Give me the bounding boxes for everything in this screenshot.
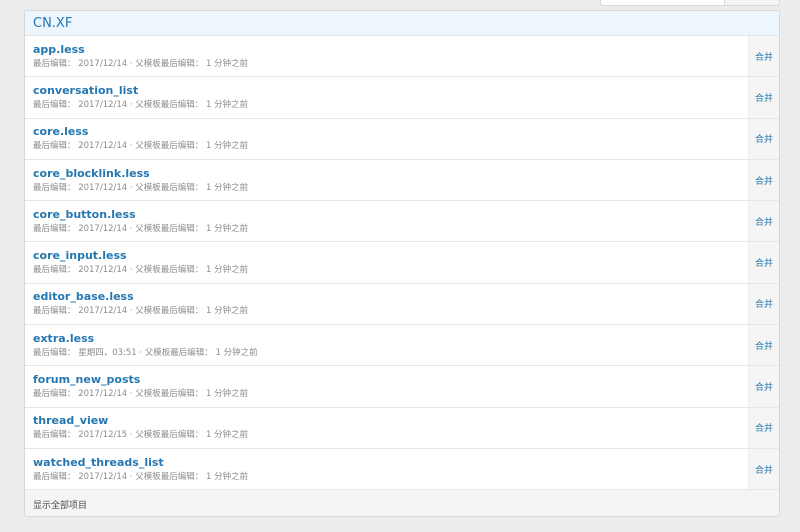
template-edit-meta: 最后编辑： 2017/12/14 · 父模板最后编辑： 1 分钟之前 (33, 471, 249, 482)
template-name-link[interactable]: thread_view (33, 414, 748, 428)
template-edit-meta: 最后编辑： 2017/12/14 · 父模板最后编辑： 1 分钟之前 (33, 306, 249, 317)
template-name-link[interactable]: app.less (33, 43, 748, 57)
template-row: watched_threads_list 最后编辑： 2017/12/14 · 父… (25, 448, 779, 491)
template-row-main: conversation_list 最后编辑： 2017/12/14 · 父模板最… (25, 77, 748, 117)
template-row-main: thread_view 最后编辑： 2017/12/15 · 父模板最后编辑： 1… (25, 408, 748, 448)
template-edit-meta: 最后编辑： 2017/12/14 · 父模板最后编辑： 1 分钟之前 (33, 99, 249, 110)
search-input[interactable] (600, 0, 726, 6)
template-row-main: core_input.less 最后编辑： 2017/12/14 · 父模板最后编… (25, 242, 748, 282)
template-row-main: app.less 最后编辑： 2017/12/14 · 父模板最后编辑： 1 分钟… (25, 36, 748, 76)
template-edit-meta: 最后编辑： 2017/12/14 · 父模板最后编辑： 1 分钟之前 (33, 58, 249, 69)
template-name-link[interactable]: core_blocklink.less (33, 167, 748, 181)
template-edit-meta: 最后编辑： 2017/12/15 · 父模板最后编辑： 1 分钟之前 (33, 430, 249, 441)
template-row: conversation_list 最后编辑： 2017/12/14 · 父模板最… (25, 77, 779, 119)
template-edit-meta: 最后编辑： 2017/12/14 · 父模板最后编辑： 1 分钟之前 (33, 182, 249, 193)
merge-button[interactable]: 合并 (748, 407, 779, 448)
template-name-link[interactable]: core_input.less (33, 249, 748, 263)
template-edit-meta: 最后编辑： 星期四，03:51 · 父模板最后编辑： 1 分钟之前 (33, 347, 258, 358)
merge-button[interactable]: 合并 (748, 242, 779, 283)
template-edit-meta: 最后编辑： 2017/12/14 · 父模板最后编辑： 1 分钟之前 (33, 223, 249, 234)
template-row-main: core.less 最后编辑： 2017/12/14 · 父模板最后编辑： 1 分… (25, 119, 748, 159)
search-bar (600, 0, 780, 6)
template-name-link[interactable]: core_button.less (33, 208, 748, 222)
template-name-link[interactable]: editor_base.less (33, 290, 748, 304)
template-row: core_button.less 最后编辑： 2017/12/14 · 父模板最后… (25, 201, 779, 243)
template-row: thread_view 最后编辑： 2017/12/15 · 父模板最后编辑： 1… (25, 407, 779, 449)
block-header: CN.XF (25, 11, 779, 36)
merge-button[interactable]: 合并 (748, 366, 779, 407)
template-row: editor_base.less 最后编辑： 2017/12/14 · 父模板最后… (25, 283, 779, 326)
template-row: core_blocklink.less 最后编辑： 2017/12/14 · 父模… (25, 159, 779, 202)
template-edit-meta: 最后编辑： 2017/12/14 · 父模板最后编辑： 1 分钟之前 (33, 389, 249, 400)
merge-button[interactable]: 合并 (748, 448, 779, 490)
template-row: extra.less 最后编辑： 星期四，03:51 · 父模板最后编辑： 1 分… (25, 325, 779, 367)
template-row-main: forum_new_posts 最后编辑： 2017/12/14 · 父模板最后编… (25, 366, 748, 406)
template-edit-meta: 最后编辑： 2017/12/14 · 父模板最后编辑： 1 分钟之前 (33, 141, 249, 152)
merge-button[interactable]: 合并 (748, 77, 779, 118)
merge-button[interactable]: 合并 (748, 118, 779, 159)
template-row-main: watched_threads_list 最后编辑： 2017/12/14 · 父… (25, 449, 748, 489)
template-row: core_input.less 最后编辑： 2017/12/14 · 父模板最后编… (25, 242, 779, 284)
template-row-main: editor_base.less 最后编辑： 2017/12/14 · 父模板最后… (25, 284, 748, 324)
search-button[interactable] (725, 0, 780, 6)
template-row: app.less 最后编辑： 2017/12/14 · 父模板最后编辑： 1 分钟… (25, 36, 779, 78)
merge-button[interactable]: 合并 (748, 283, 779, 325)
template-name-link[interactable]: watched_threads_list (33, 456, 748, 470)
merge-button[interactable]: 合并 (748, 159, 779, 201)
template-edit-meta: 最后编辑： 2017/12/14 · 父模板最后编辑： 1 分钟之前 (33, 265, 249, 276)
block-footer: 显示全部项目 (25, 490, 779, 516)
template-row: forum_new_posts 最后编辑： 2017/12/14 · 父模板最后编… (25, 366, 779, 408)
template-name-link[interactable]: extra.less (33, 332, 748, 346)
block-title: CN.XF (33, 15, 73, 31)
template-row: core.less 最后编辑： 2017/12/14 · 父模板最后编辑： 1 分… (25, 118, 779, 160)
template-row-main: core_blocklink.less 最后编辑： 2017/12/14 · 父模… (25, 160, 748, 200)
show-all-link[interactable]: 显示全部项目 (33, 498, 87, 511)
template-name-link[interactable]: forum_new_posts (33, 373, 748, 387)
merge-button[interactable]: 合并 (748, 325, 779, 366)
template-list: app.less 最后编辑： 2017/12/14 · 父模板最后编辑： 1 分钟… (25, 36, 779, 491)
template-row-main: extra.less 最后编辑： 星期四，03:51 · 父模板最后编辑： 1 分… (25, 325, 748, 365)
merge-button[interactable]: 合并 (748, 201, 779, 242)
merge-button[interactable]: 合并 (748, 36, 779, 77)
template-name-link[interactable]: core.less (33, 125, 748, 139)
template-row-main: core_button.less 最后编辑： 2017/12/14 · 父模板最后… (25, 201, 748, 241)
template-name-link[interactable]: conversation_list (33, 84, 748, 98)
template-list-block: CN.XF app.less 最后编辑： 2017/12/14 · 父模板最后编辑… (24, 10, 780, 517)
